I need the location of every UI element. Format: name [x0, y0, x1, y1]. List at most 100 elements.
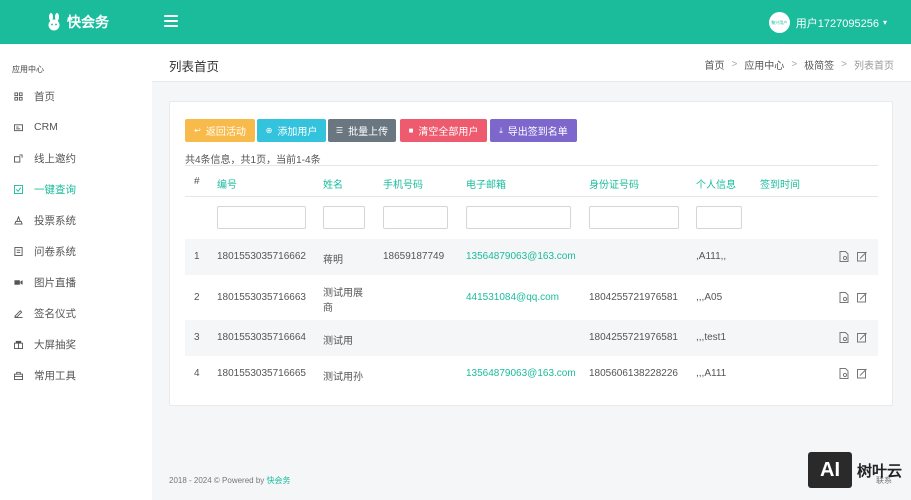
row-index: 3: [194, 332, 200, 343]
table-header-divider: [185, 196, 878, 197]
filter-id-input[interactable]: [217, 206, 306, 229]
sidebar-item-label: 常用工具: [34, 369, 76, 382]
sidebar: 应用中心 首页 CRM 线上邀约 一键查询 投票系统 问卷系统 图片直播 签名仪…: [0, 44, 152, 500]
add-user-button[interactable]: ⊕ 添加用户: [257, 119, 326, 142]
breadcrumb-app-center[interactable]: 应用中心: [744, 57, 784, 72]
sidebar-item-label: 大屏抽奖: [34, 338, 76, 351]
breadcrumb: 首页 > 应用中心 > 极简签 > 列表首页: [704, 57, 894, 72]
app-logo[interactable]: 快会务: [46, 12, 109, 32]
row-name: 测试用展: [323, 288, 363, 299]
sidebar-item-vote[interactable]: 投票系统: [0, 208, 152, 232]
row-index: 4: [194, 368, 200, 379]
chevron-down-icon: ▾: [882, 18, 887, 27]
back-arrow-icon: ↩: [194, 126, 201, 135]
toolbox-icon: [14, 371, 23, 380]
breadcrumb-home[interactable]: 首页: [704, 57, 724, 72]
column-header-idcard[interactable]: 身份证号码: [589, 176, 639, 191]
column-header-phone[interactable]: 手机号码: [383, 176, 423, 191]
plus-circle-icon: ⊕: [265, 126, 273, 135]
sidebar-item-lottery[interactable]: 大屏抽奖: [0, 332, 152, 356]
table-top-divider: [185, 165, 878, 166]
row-info: ,A111,,: [696, 251, 727, 262]
watermark-text: 树叶云: [857, 462, 903, 480]
column-header-name[interactable]: 姓名: [323, 176, 343, 191]
column-header-email[interactable]: 电子邮箱: [466, 176, 506, 191]
clear-all-users-button[interactable]: ■ 清空全部用户: [400, 119, 487, 142]
download-icon: ⤓: [499, 125, 503, 135]
column-header-signin-time[interactable]: 签到时间: [760, 176, 800, 191]
button-label: 返回活动: [205, 127, 246, 138]
footer-brand-link[interactable]: 快会务: [267, 476, 291, 485]
view-document-icon[interactable]: [839, 292, 849, 303]
filter-name-input[interactable]: [323, 206, 365, 229]
edit-icon[interactable]: [857, 251, 867, 262]
view-document-icon[interactable]: [839, 332, 849, 343]
edit-icon[interactable]: [857, 292, 867, 303]
watermark-logo: AI: [808, 452, 852, 488]
menu-toggle-button[interactable]: [164, 15, 178, 27]
row-idcard: 1804255721976581: [589, 332, 678, 343]
camera-icon: [14, 279, 23, 285]
row-name: 测试用: [323, 336, 353, 347]
user-menu[interactable]: 聚兴用户 用户1727095256 ▾: [768, 12, 887, 33]
column-header-index: #: [194, 176, 200, 187]
footer-text: 2018 - 2024 © Powered by: [169, 476, 267, 485]
row-id: 1801553035716664: [217, 332, 306, 343]
button-label: 清空全部用户: [418, 127, 479, 138]
row-idcard: 1804255721976581: [589, 292, 678, 303]
sidebar-item-label: 问卷系统: [34, 245, 76, 258]
batch-upload-button[interactable]: ☰ 批量上传: [328, 119, 396, 142]
sidebar-item-signature[interactable]: 签名仪式: [0, 301, 152, 325]
sidebar-item-label: CRM: [34, 121, 58, 133]
sidebar-item-home[interactable]: 首页: [0, 84, 152, 108]
row-email[interactable]: 441531084@qq.com: [466, 292, 559, 303]
invite-icon: [14, 153, 23, 163]
sidebar-item-label: 一键查询: [34, 183, 76, 196]
row-name-cont: 商: [323, 303, 333, 314]
sidebar-item-label: 签名仪式: [34, 307, 76, 320]
filter-phone-input[interactable]: [383, 206, 448, 229]
vote-icon: [14, 215, 23, 225]
sidebar-item-survey[interactable]: 问卷系统: [0, 239, 152, 263]
page-title: 列表首页: [169, 60, 220, 74]
sidebar-item-crm[interactable]: CRM: [0, 115, 152, 139]
view-document-icon[interactable]: [839, 368, 849, 379]
filter-idcard-input[interactable]: [589, 206, 679, 229]
filter-email-input[interactable]: [466, 206, 571, 229]
row-index: 1: [194, 251, 200, 262]
breadcrumb-separator-icon: >: [791, 59, 798, 70]
home-grid-icon: [14, 91, 23, 101]
export-signin-list-button[interactable]: ⤓ 导出签到名单: [490, 119, 577, 142]
breadcrumb-simple-sign[interactable]: 极简签: [804, 57, 834, 72]
rabbit-logo-icon: [48, 13, 60, 31]
signature-icon: [14, 309, 23, 318]
edit-icon[interactable]: [857, 332, 867, 343]
row-name: 测试用孙: [323, 372, 363, 383]
row-email[interactable]: 13564879063@163.com: [466, 251, 576, 262]
row-email[interactable]: 13564879063@163.com: [466, 368, 576, 379]
avatar: 聚兴用户: [768, 12, 790, 33]
edit-icon[interactable]: [857, 368, 867, 379]
row-id: 1801553035716662: [217, 251, 306, 262]
trash-icon: ■: [408, 126, 414, 135]
top-bar: 快会务 聚兴用户 用户1727095256 ▾: [0, 0, 911, 44]
column-header-id[interactable]: 编号: [217, 176, 237, 191]
sidebar-item-label: 投票系统: [34, 214, 76, 227]
sidebar-item-query[interactable]: 一键查询: [0, 177, 152, 201]
footer: 2018 - 2024 © Powered by 快会务: [169, 475, 291, 486]
row-info: ,,,test1: [696, 332, 727, 343]
breadcrumb-current: 列表首页: [854, 61, 894, 72]
sidebar-item-invite[interactable]: 线上邀约: [0, 146, 152, 170]
view-document-icon[interactable]: [839, 251, 849, 262]
sidebar-item-photo-live[interactable]: 图片直播: [0, 270, 152, 294]
prize-icon: [14, 340, 23, 349]
sidebar-section-title: 应用中心: [12, 65, 44, 74]
user-name: 用户1727095256: [795, 17, 879, 30]
back-to-event-button[interactable]: ↩ 返回活动: [185, 119, 255, 142]
column-header-info[interactable]: 个人信息: [696, 176, 736, 191]
sidebar-item-tools[interactable]: 常用工具: [0, 363, 152, 387]
sidebar-item-label: 首页: [34, 90, 55, 103]
page-header: 列表首页 首页 > 应用中心 > 极简签 > 列表首页: [152, 44, 911, 82]
filter-info-input[interactable]: [696, 206, 742, 229]
row-id: 1801553035716663: [217, 292, 306, 303]
